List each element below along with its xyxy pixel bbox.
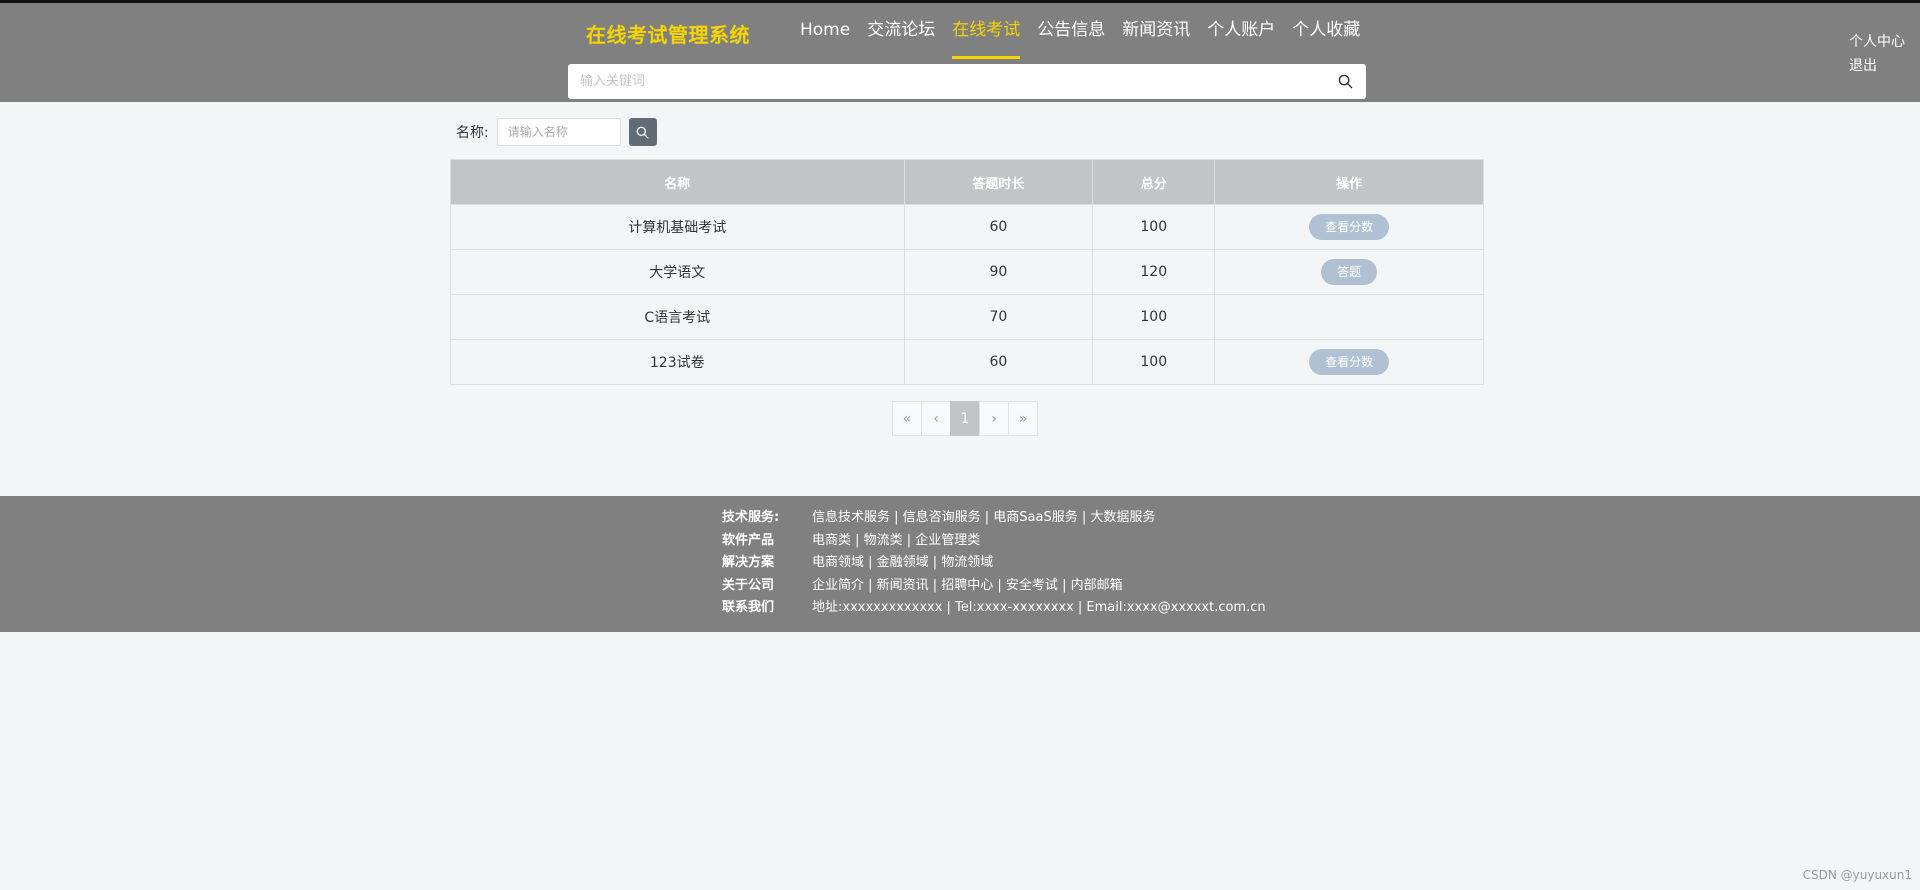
site-footer: 技术服务: 信息技术服务 | 信息咨询服务 | 电商SaaS服务 | 大数据服务… bbox=[0, 496, 1920, 632]
footer-row-about: 关于公司 企业简介 | 新闻资讯 | 招聘中心 | 安全考试 | 内部邮箱 bbox=[722, 577, 1266, 595]
footer-row-products: 软件产品 电商类 | 物流类 | 企业管理类 bbox=[722, 532, 1266, 550]
search-icon[interactable] bbox=[1336, 73, 1354, 91]
exam-name-cell: 计算机基础考试 bbox=[450, 204, 905, 250]
exam-duration-cell: 60 bbox=[903, 204, 1094, 250]
global-search-bar bbox=[568, 64, 1366, 99]
global-search-input[interactable] bbox=[580, 74, 1336, 89]
column-header-actions: 操作 bbox=[1214, 159, 1484, 205]
footer-key: 技术服务: bbox=[722, 510, 780, 525]
page-first-button[interactable]: « bbox=[892, 401, 922, 436]
table-row: 计算机基础考试 60 100 查看分数 bbox=[450, 204, 1484, 250]
nav-item-online-exam[interactable]: 在线考试 bbox=[952, 19, 1021, 59]
table-row: C语言考试 70 100 bbox=[450, 294, 1484, 340]
exam-action-cell bbox=[1214, 294, 1484, 340]
answer-button[interactable]: 答题 bbox=[1321, 259, 1378, 285]
exam-name-cell: C语言考试 bbox=[450, 294, 905, 340]
footer-links[interactable]: 信息技术服务 | 信息咨询服务 | 电商SaaS服务 | 大数据服务 bbox=[812, 509, 1155, 527]
view-score-button[interactable]: 查看分数 bbox=[1309, 214, 1390, 240]
nav-item-news[interactable]: 新闻资讯 bbox=[1122, 19, 1190, 59]
nav-item-forum[interactable]: 交流论坛 bbox=[867, 19, 935, 59]
filter-label: 名称: bbox=[456, 125, 489, 141]
footer-key: 联系我们 bbox=[722, 600, 775, 615]
exam-duration-cell: 60 bbox=[903, 339, 1094, 385]
page-last-button[interactable]: » bbox=[1008, 401, 1038, 436]
exam-action-cell: 查看分数 bbox=[1214, 204, 1484, 250]
exam-duration-cell: 90 bbox=[903, 249, 1094, 295]
footer-links[interactable]: 企业简介 | 新闻资讯 | 招聘中心 | 安全考试 | 内部邮箱 bbox=[812, 577, 1123, 595]
exam-table-wrapper: 名称 答题时长 总分 操作 计算机基础考试 60 100 查看分数 大学语文 9… bbox=[450, 159, 1484, 385]
footer-key: 软件产品 bbox=[722, 532, 775, 548]
footer-rows: 技术服务: 信息技术服务 | 信息咨询服务 | 电商SaaS服务 | 大数据服务… bbox=[722, 509, 1266, 617]
footer-row-contact: 联系我们 地址:xxxxxxxxxxxxx | Tel:xxxx-xxxxxxx… bbox=[722, 599, 1266, 617]
exam-table: 名称 答题时长 总分 操作 计算机基础考试 60 100 查看分数 大学语文 9… bbox=[450, 159, 1484, 385]
footer-key: 解决方案 bbox=[722, 555, 775, 570]
watermark: CSDN @yuyuxun1 bbox=[1802, 868, 1912, 882]
page-next-button[interactable]: › bbox=[979, 401, 1009, 436]
table-row: 大学语文 90 120 答题 bbox=[450, 249, 1484, 295]
column-header-duration: 答题时长 bbox=[903, 159, 1094, 205]
exam-score-cell: 100 bbox=[1092, 204, 1216, 250]
nav-item-account[interactable]: 个人账户 bbox=[1207, 19, 1275, 59]
exam-score-cell: 100 bbox=[1092, 294, 1216, 340]
page-current-button[interactable]: 1 bbox=[950, 401, 980, 436]
footer-contact-info: 地址:xxxxxxxxxxxxx | Tel:xxxx-xxxxxxxx | E… bbox=[812, 600, 1266, 615]
main-nav: Home 交流论坛 在线考试 公告信息 新闻资讯 个人账户 个人收藏 bbox=[800, 19, 1360, 59]
footer-key: 关于公司 bbox=[722, 577, 775, 593]
table-header-row: 名称 答题时长 总分 操作 bbox=[450, 159, 1484, 205]
column-header-name: 名称 bbox=[450, 159, 905, 205]
site-header: 在线考试管理系统 Home 交流论坛 在线考试 公告信息 新闻资讯 个人账户 个… bbox=[0, 0, 1920, 102]
exam-action-cell: 答题 bbox=[1214, 249, 1484, 295]
exam-score-cell: 100 bbox=[1092, 339, 1216, 385]
name-filter: 名称: bbox=[456, 118, 657, 146]
table-row: 123试卷 60 100 查看分数 bbox=[450, 339, 1484, 385]
name-filter-input[interactable] bbox=[496, 118, 621, 146]
search-icon bbox=[636, 126, 649, 138]
footer-links[interactable]: 电商类 | 物流类 | 企业管理类 bbox=[812, 532, 980, 550]
site-title[interactable]: 在线考试管理系统 bbox=[586, 19, 750, 48]
filter-search-button[interactable] bbox=[628, 118, 657, 146]
view-score-button[interactable]: 查看分数 bbox=[1309, 349, 1390, 375]
user-center-link[interactable]: 个人中心 bbox=[1849, 31, 1905, 51]
footer-row-tech-services: 技术服务: 信息技术服务 | 信息咨询服务 | 电商SaaS服务 | 大数据服务 bbox=[722, 509, 1266, 527]
logout-link[interactable]: 退出 bbox=[1849, 55, 1905, 75]
exam-duration-cell: 70 bbox=[903, 294, 1094, 340]
exam-name-cell: 大学语文 bbox=[450, 249, 905, 295]
footer-links[interactable]: 电商领域 | 金融领域 | 物流领域 bbox=[812, 554, 993, 572]
exam-action-cell: 查看分数 bbox=[1214, 339, 1484, 385]
nav-item-home[interactable]: Home bbox=[800, 19, 850, 59]
exam-score-cell: 120 bbox=[1092, 249, 1216, 295]
column-header-score: 总分 bbox=[1092, 159, 1216, 205]
nav-item-announcements[interactable]: 公告信息 bbox=[1037, 19, 1105, 59]
nav-item-favorites[interactable]: 个人收藏 bbox=[1292, 19, 1360, 59]
pagination: « ‹ 1 › » bbox=[892, 401, 1038, 436]
user-links: 个人中心 退出 bbox=[1849, 31, 1905, 75]
exam-name-cell: 123试卷 bbox=[450, 339, 905, 385]
page-prev-button[interactable]: ‹ bbox=[921, 401, 951, 436]
footer-row-solutions: 解决方案 电商领域 | 金融领域 | 物流领域 bbox=[722, 554, 1266, 572]
